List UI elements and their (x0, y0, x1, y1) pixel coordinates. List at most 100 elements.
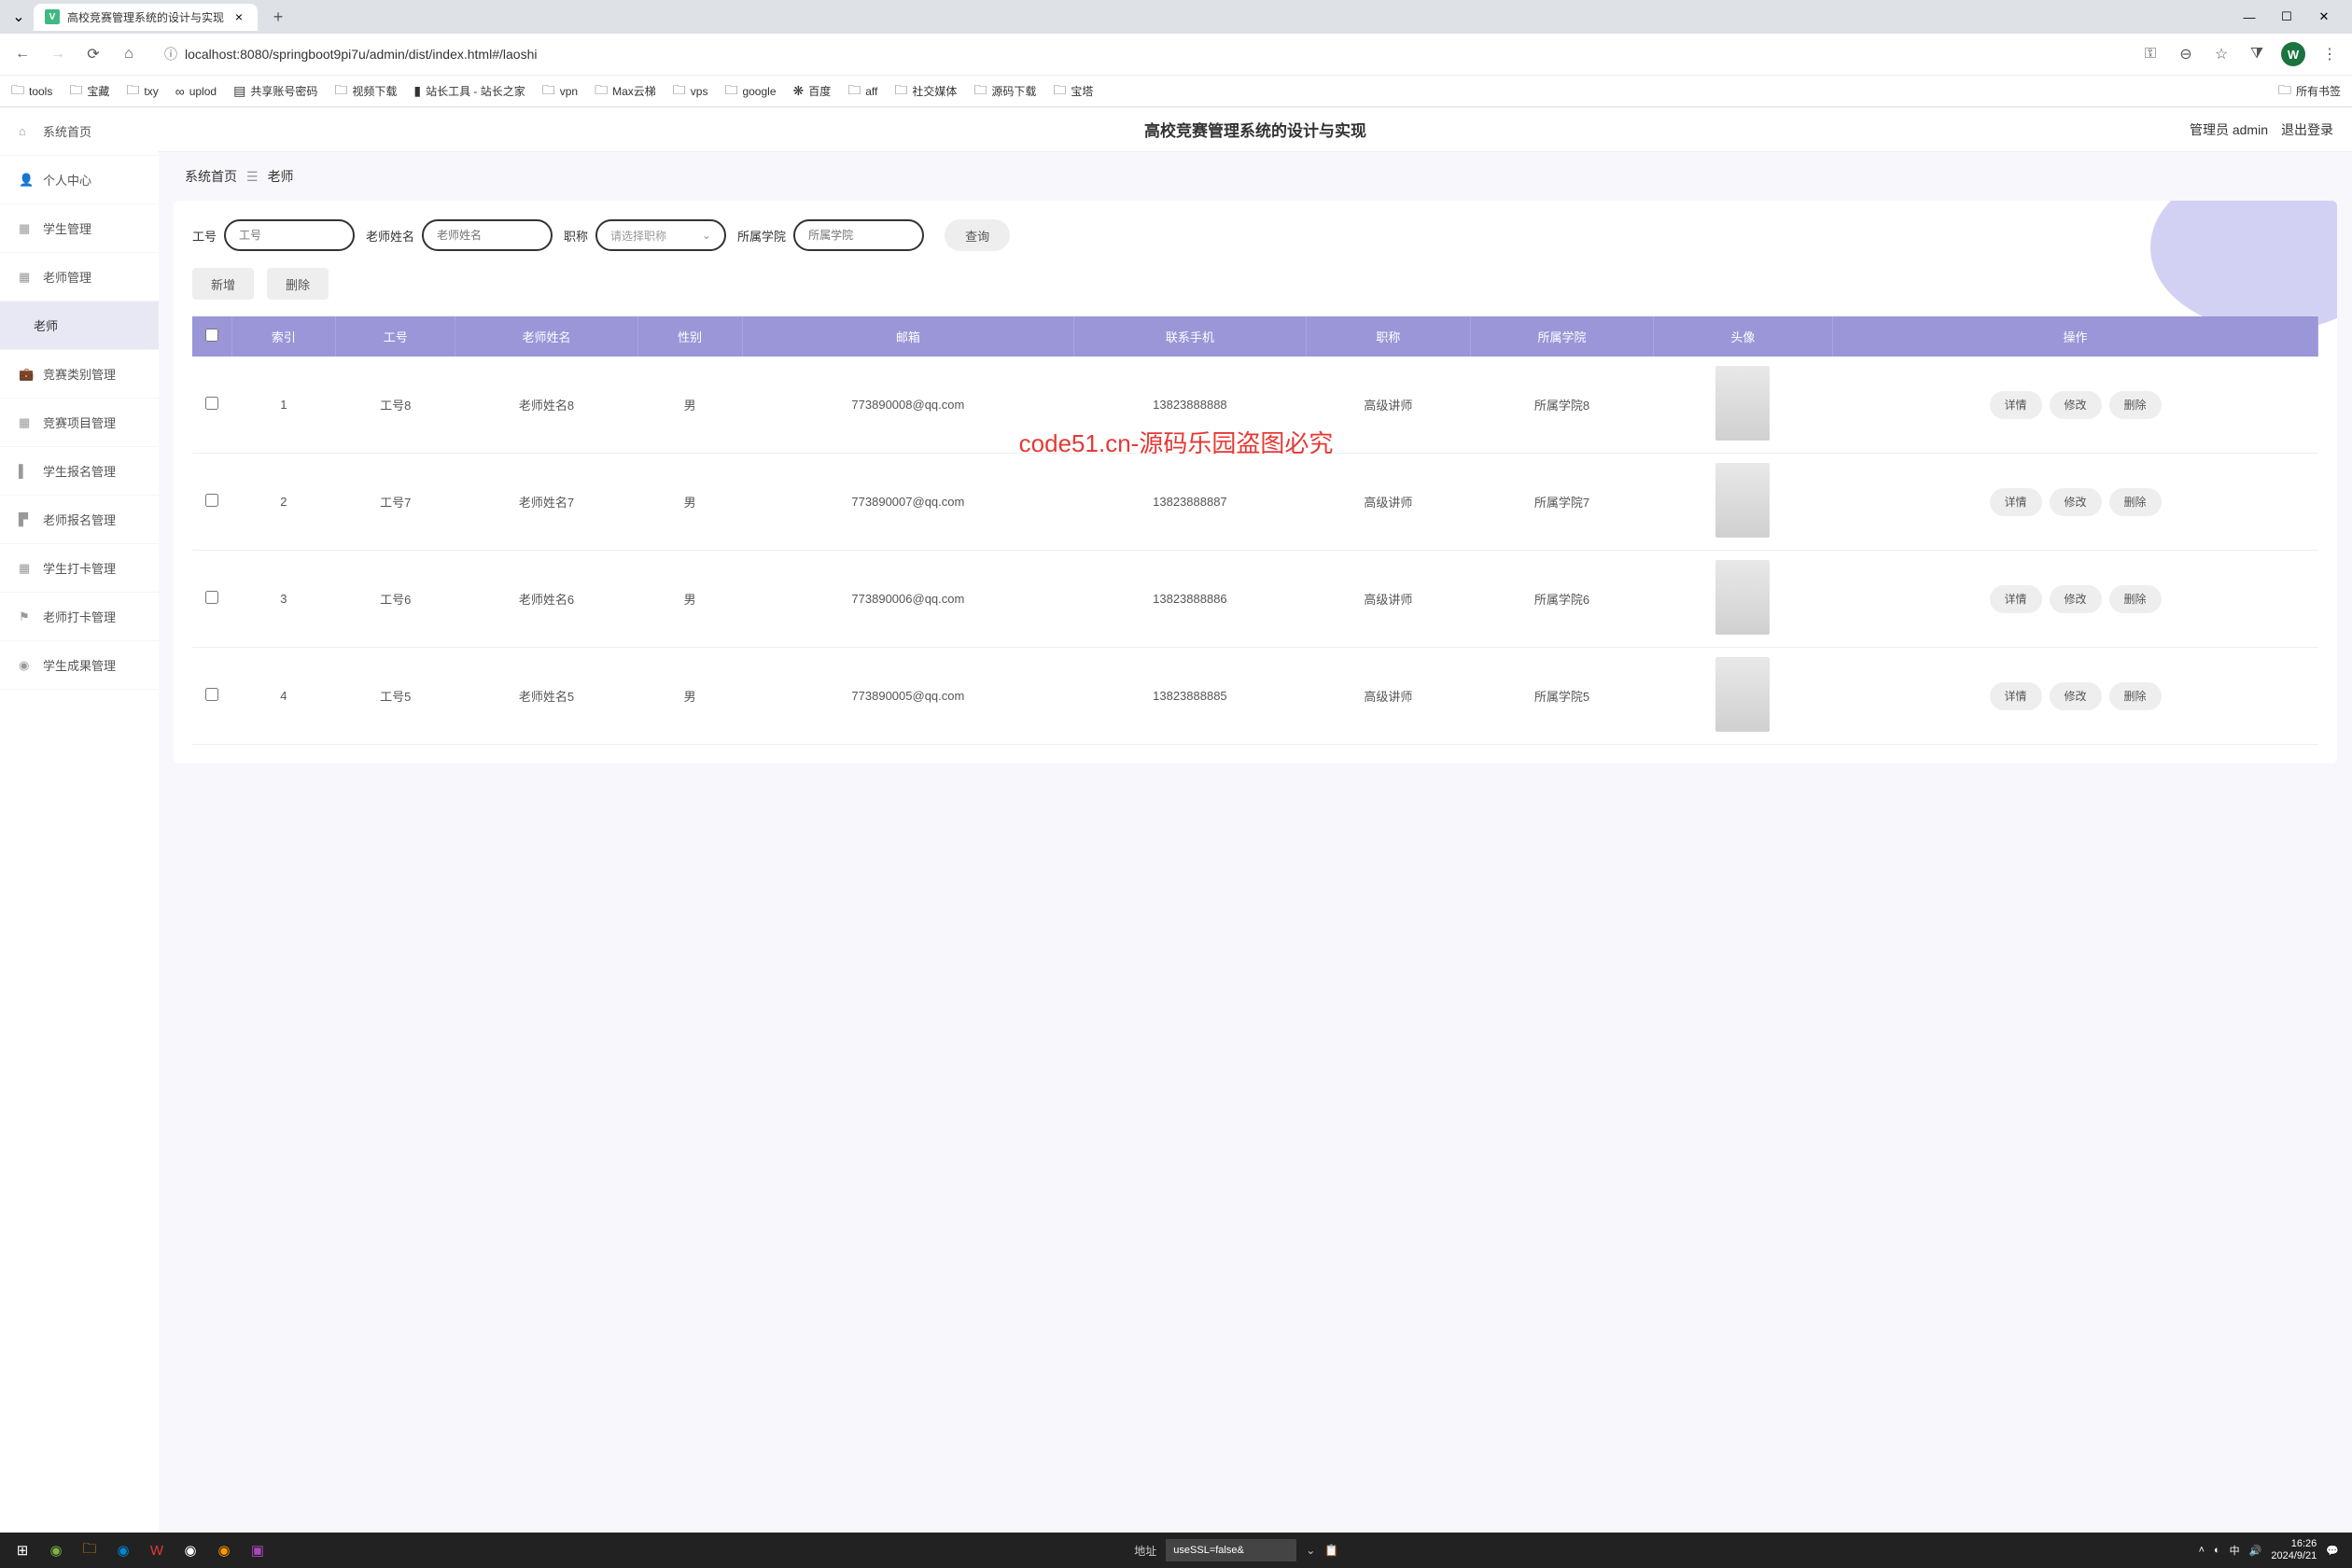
logout-link[interactable]: 退出登录 (2281, 120, 2333, 139)
delete-button[interactable]: 删除 (267, 268, 329, 300)
add-button[interactable]: 新增 (192, 268, 254, 300)
start-icon[interactable]: ⊞ (6, 1533, 39, 1567)
profile-avatar[interactable]: W (2281, 42, 2305, 66)
delete-row-button[interactable]: 删除 (2109, 488, 2162, 516)
tray-icon[interactable]: 中 (2230, 1543, 2240, 1558)
edge-icon[interactable]: ◉ (106, 1533, 140, 1567)
dropdown-icon[interactable]: ⌄ (1306, 1544, 1315, 1557)
extension-icon[interactable]: ⧩ (2246, 43, 2268, 65)
name-input[interactable] (422, 219, 553, 251)
user-label[interactable]: 管理员 admin (2190, 120, 2268, 139)
tray-icon[interactable]: ◐ (2214, 1545, 2220, 1556)
sidebar-item-0[interactable]: ⌂系统首页 (0, 107, 159, 156)
star-icon[interactable]: ☆ (2210, 43, 2233, 65)
edit-button[interactable]: 修改 (2050, 488, 2102, 516)
menu-icon[interactable]: ⋮ (2318, 43, 2341, 65)
clock[interactable]: 16:26 2024/9/21 (2271, 1538, 2317, 1562)
sidebar-item-2[interactable]: ▦学生管理 (0, 204, 159, 253)
chevron-down-icon: ⌄ (702, 229, 711, 242)
bookmark-vpn[interactable]: 🗀vpn (542, 80, 578, 103)
college-input[interactable] (793, 219, 924, 251)
tray-icon[interactable]: 🔊 (2249, 1545, 2262, 1557)
ide-icon[interactable]: ▣ (241, 1533, 274, 1567)
notification-icon[interactable]: 💬 (2326, 1545, 2339, 1557)
select-all-checkbox[interactable] (205, 329, 218, 342)
app-icon[interactable]: ◉ (207, 1533, 241, 1567)
explorer-icon[interactable]: 🗀 (73, 1533, 106, 1567)
cell-sex: 男 (637, 648, 742, 745)
new-tab-button[interactable]: + (265, 4, 291, 30)
sidebar-item-11[interactable]: ◉学生成果管理 (0, 641, 159, 690)
row-checkbox[interactable] (205, 397, 218, 410)
back-icon[interactable]: ← (11, 43, 34, 65)
sidebar-item-5[interactable]: 💼竞赛类别管理 (0, 350, 159, 399)
sidebar-item-10[interactable]: ⚑老师打卡管理 (0, 593, 159, 641)
search-button[interactable]: 查询 (945, 219, 1010, 251)
bookmark-aff[interactable]: 🗀aff (847, 80, 877, 103)
bookmark-source[interactable]: 🗀源码下载 (973, 80, 1036, 103)
edit-button[interactable]: 修改 (2050, 585, 2102, 613)
wps-icon[interactable]: W (140, 1533, 174, 1567)
zoom-icon[interactable]: ⊖ (2175, 43, 2197, 65)
chrome-icon[interactable]: ◉ (174, 1533, 207, 1567)
delete-row-button[interactable]: 删除 (2109, 682, 2162, 710)
key-icon[interactable]: ⚿ (2139, 43, 2162, 65)
breadcrumb-home[interactable]: 系统首页 (185, 167, 237, 186)
teacher-table: 索引工号老师姓名性别邮箱联系手机职称所属学院头像操作 1工号8老师姓名8男773… (192, 316, 2318, 745)
addr-input[interactable] (1166, 1539, 1296, 1561)
maximize-icon[interactable]: ☐ (2274, 4, 2300, 30)
sidebar-item-3[interactable]: ▦老师管理 (0, 253, 159, 301)
copy-icon[interactable]: 📋 (1324, 1544, 1338, 1557)
bookmark-video[interactable]: 🗀视频下载 (334, 80, 397, 103)
col-header: 性别 (637, 316, 742, 357)
row-checkbox[interactable] (205, 688, 218, 701)
bookmark-vps[interactable]: 🗀vps (673, 80, 708, 103)
cell-college: 所属学院5 (1471, 648, 1654, 745)
forward-icon[interactable]: → (47, 43, 69, 65)
detail-button[interactable]: 详情 (1990, 682, 2042, 710)
bookmark-baota[interactable]: 🗀宝塔 (1053, 80, 1093, 103)
menu-icon: ▦ (19, 561, 34, 576)
url-bar[interactable]: ⓘ localhost:8080/springboot9pi7u/admin/d… (153, 45, 2126, 63)
detail-button[interactable]: 详情 (1990, 585, 2042, 613)
bookmark-baidu[interactable]: ❋百度 (793, 83, 832, 99)
sidebar-item-9[interactable]: ▦学生打卡管理 (0, 544, 159, 593)
close-window-icon[interactable]: ✕ (2311, 4, 2337, 30)
detail-button[interactable]: 详情 (1990, 488, 2042, 516)
detail-button[interactable]: 详情 (1990, 391, 2042, 419)
bookmark-baozang[interactable]: 🗀宝藏 (69, 80, 109, 103)
cell-avatar (1653, 648, 1832, 745)
edit-button[interactable]: 修改 (2050, 391, 2102, 419)
bookmark-maxcloud[interactable]: 🗀Max云梯 (595, 80, 656, 103)
bookmark-accounts[interactable]: ▤共享账号密码 (233, 83, 317, 99)
reload-icon[interactable]: ⟳ (82, 43, 105, 65)
sidebar-item-1[interactable]: 👤个人中心 (0, 156, 159, 204)
sidebar-item-4[interactable]: 老师 (0, 301, 159, 350)
browser-tab[interactable]: V 高校竞赛管理系统的设计与实现 × (34, 4, 258, 31)
close-icon[interactable]: × (231, 9, 246, 24)
bookmark-social[interactable]: 🗀社交媒体 (894, 80, 957, 103)
bookmark-google[interactable]: 🗀google (724, 80, 776, 103)
breadcrumb-sep-icon: ☰ (246, 169, 259, 185)
bookmark-zhanzhang[interactable]: ▮站长工具 - 站长之家 (413, 83, 525, 99)
delete-row-button[interactable]: 删除 (2109, 585, 2162, 613)
tray-up-icon[interactable]: ˄ (2199, 1545, 2205, 1556)
delete-row-button[interactable]: 删除 (2109, 391, 2162, 419)
sidebar-item-8[interactable]: ▛老师报名管理 (0, 496, 159, 544)
bookmark-all[interactable]: 🗀所有书签 (2278, 80, 2341, 103)
bookmark-uplod[interactable]: ∞uplod (175, 84, 217, 99)
bookmark-txy[interactable]: 🗀txy (126, 80, 158, 103)
minimize-icon[interactable]: — (2236, 4, 2262, 30)
tab-dropdown-icon[interactable]: ⌄ (7, 6, 30, 28)
edit-button[interactable]: 修改 (2050, 682, 2102, 710)
row-checkbox[interactable] (205, 591, 218, 604)
cell-phone: 13823888886 (1074, 551, 1306, 648)
title-select[interactable]: 请选择职称⌄ (595, 219, 726, 251)
gonghao-input[interactable] (224, 219, 355, 251)
sidebar-item-7[interactable]: ▌学生报名管理 (0, 447, 159, 496)
bookmark-tools[interactable]: 🗀tools (11, 80, 52, 103)
sidebar-item-6[interactable]: ▦竞赛项目管理 (0, 399, 159, 447)
home-icon[interactable]: ⌂ (118, 43, 140, 65)
row-checkbox[interactable] (205, 494, 218, 507)
browser-icon[interactable]: ◉ (39, 1533, 73, 1567)
